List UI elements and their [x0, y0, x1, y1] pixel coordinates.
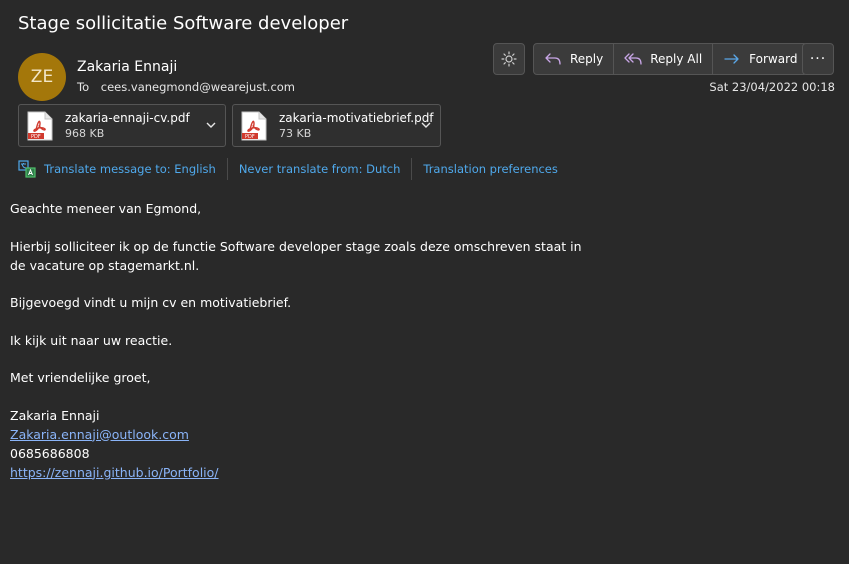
recipient-line: To cees.vanegmond@wearejust.com [77, 80, 295, 94]
translate-icon [18, 160, 36, 178]
sender-avatar[interactable]: ZE [18, 53, 66, 101]
never-translate-link[interactable]: Never translate from: Dutch [239, 162, 401, 176]
svg-text:PDF: PDF [31, 134, 41, 140]
reply-icon [545, 53, 561, 65]
body-paragraph: Ik kijk uit naar uw reactie. [10, 332, 173, 348]
theme-toggle-button[interactable] [493, 43, 525, 75]
attachment-name: zakaria-ennaji-cv.pdf [65, 111, 190, 125]
email-subject: Stage sollicitatie Software developer [18, 13, 349, 34]
ellipsis-icon: ··· [809, 51, 827, 67]
signature-phone: 0685686808 [10, 445, 90, 461]
closing: Met vriendelijke groet, [10, 370, 151, 385]
reply-actions: Reply Reply All Forward [533, 43, 809, 75]
received-date: Sat 23/04/2022 00:18 [709, 80, 835, 94]
recipient-address[interactable]: cees.vanegmond@wearejust.com [101, 80, 295, 94]
attachment-info: zakaria-ennaji-cv.pdf 968 KB [65, 111, 190, 140]
attachment-card[interactable]: PDF zakaria-ennaji-cv.pdf 968 KB [18, 104, 226, 147]
chevron-down-icon[interactable] [420, 119, 432, 131]
to-label: To [77, 80, 90, 94]
reply-label: Reply [570, 52, 604, 66]
divider [411, 158, 413, 180]
forward-icon [724, 54, 739, 64]
translate-message-link[interactable]: Translate message to: English [44, 162, 216, 176]
message-body: Geachte meneer van Egmond, Hierbij solli… [10, 199, 590, 482]
reply-all-icon [624, 53, 642, 65]
attachment-info: zakaria-motivatiebrief.pdf 73 KB [279, 111, 434, 140]
attachment-card[interactable]: PDF zakaria-motivatiebrief.pdf 73 KB [232, 104, 441, 147]
divider [226, 158, 228, 180]
attachment-size: 73 KB [279, 127, 312, 140]
reply-button[interactable]: Reply [534, 44, 613, 74]
forward-label: Forward [749, 52, 798, 66]
signature-email-link[interactable]: Zakaria.ennaji@outlook.com [10, 427, 189, 442]
svg-text:PDF: PDF [245, 134, 255, 140]
sender-name[interactable]: Zakaria Ennaji [77, 59, 177, 75]
attachment-name: zakaria-motivatiebrief.pdf [279, 111, 434, 125]
translation-preferences-link[interactable]: Translation preferences [423, 162, 558, 176]
chevron-down-icon[interactable] [205, 119, 217, 131]
pdf-icon: PDF [27, 111, 53, 140]
body-paragraph: Hierbij solliciteer ik op de functie Sof… [10, 238, 582, 273]
pdf-icon: PDF [241, 111, 267, 140]
more-actions-button[interactable]: ··· [802, 43, 834, 75]
body-paragraph: Bijgevoegd vindt u mijn cv en motivatieb… [10, 295, 292, 310]
signature-portfolio-link[interactable]: https://zennaji.github.io/Portfolio/ [10, 465, 219, 480]
greeting: Geachte meneer van Egmond, [10, 201, 202, 216]
reply-all-label: Reply All [650, 52, 703, 66]
translation-bar: Translate message to: English Never tran… [18, 158, 558, 180]
signature-name: Zakaria Ennaji [10, 407, 100, 423]
forward-button[interactable]: Forward [712, 44, 807, 74]
sun-icon [501, 51, 517, 67]
signature: Zakaria Ennaji Zakaria.ennaji@outlook.co… [10, 406, 590, 482]
reply-all-button[interactable]: Reply All [613, 44, 712, 74]
attachment-size: 968 KB [65, 127, 105, 140]
